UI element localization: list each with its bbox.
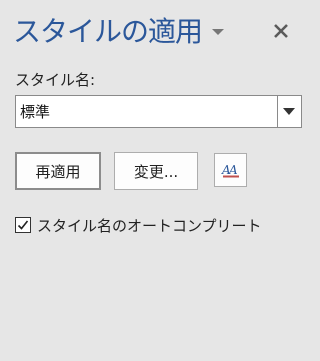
svg-text:A: A bbox=[228, 163, 238, 177]
reapply-button[interactable]: 再適用 bbox=[15, 152, 101, 190]
modify-button[interactable]: 変更... bbox=[114, 152, 198, 190]
style-inspector-icon: A A bbox=[221, 163, 239, 178]
autocomplete-label: スタイル名のオートコンプリート bbox=[37, 216, 262, 235]
chevron-down-icon[interactable] bbox=[212, 29, 224, 35]
style-name-input[interactable] bbox=[16, 96, 278, 127]
close-icon[interactable] bbox=[268, 18, 294, 44]
pane-title: スタイルの適用 bbox=[13, 15, 203, 48]
apply-styles-pane: スタイルの適用 スタイル名: 再適用 変更... A A スタイル名のオートコン… bbox=[0, 0, 311, 361]
dropdown-arrow-icon[interactable] bbox=[277, 96, 301, 127]
autocomplete-option[interactable]: スタイル名のオートコンプリート bbox=[15, 214, 262, 236]
style-inspector-button[interactable]: A A bbox=[214, 153, 247, 187]
autocomplete-checkbox[interactable] bbox=[15, 217, 31, 233]
checkmark-icon bbox=[17, 220, 29, 230]
style-name-combobox[interactable] bbox=[15, 95, 302, 128]
style-name-label: スタイル名: bbox=[15, 71, 96, 89]
